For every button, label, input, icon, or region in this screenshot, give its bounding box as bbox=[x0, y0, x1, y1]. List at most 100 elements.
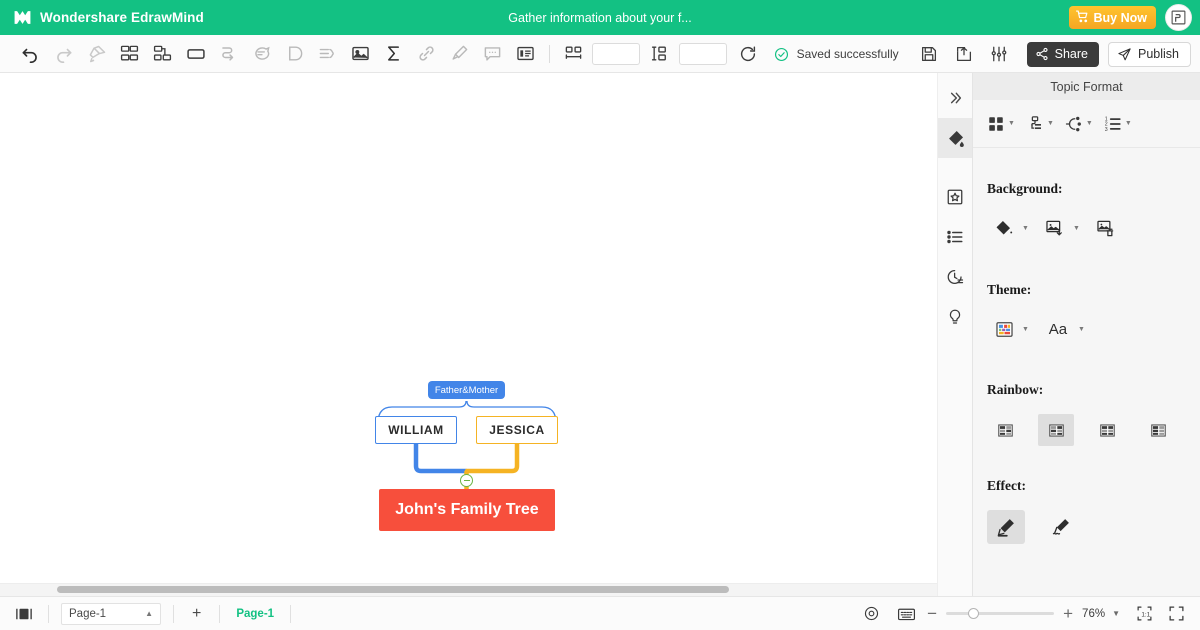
branch-label-father-mother[interactable]: Father&Mother bbox=[428, 381, 505, 399]
save-icon[interactable] bbox=[913, 39, 946, 69]
topic-label: JESSICA bbox=[489, 423, 545, 437]
delete-background-image-button[interactable] bbox=[1089, 213, 1123, 243]
topic-width-input[interactable] bbox=[592, 42, 640, 65]
rainbow-style-1-button[interactable] bbox=[987, 414, 1023, 446]
chevron-down-icon[interactable]: ▼ bbox=[1073, 225, 1080, 232]
numbered-list-icon: 1 2 3 bbox=[1104, 115, 1122, 133]
chevron-down-icon[interactable]: ▼ bbox=[1022, 225, 1029, 232]
chevron-down-icon: ▼ bbox=[1085, 120, 1093, 127]
page-select[interactable]: Page-1 ▲ bbox=[61, 602, 161, 625]
insert-background-image-button[interactable] bbox=[1038, 213, 1072, 243]
image-icon[interactable] bbox=[344, 39, 377, 69]
fullscreen-icon bbox=[1168, 605, 1185, 622]
publish-label: Publish bbox=[1138, 47, 1179, 61]
reset-icon[interactable] bbox=[731, 39, 764, 69]
formula-icon[interactable] bbox=[377, 39, 410, 69]
subtopic-icon[interactable] bbox=[113, 39, 146, 69]
rainbow-style-4-button[interactable] bbox=[1140, 414, 1176, 446]
history-clock-icon[interactable] bbox=[938, 257, 973, 297]
preview-eye-icon bbox=[863, 605, 880, 622]
rainbow-style-3-button[interactable] bbox=[1089, 414, 1125, 446]
view-mode-button[interactable] bbox=[0, 597, 48, 630]
share-button[interactable]: Share bbox=[1026, 41, 1099, 67]
fit-to-screen-button[interactable]: 1:1 bbox=[1131, 597, 1158, 630]
section-effect: Effect: bbox=[987, 478, 1080, 544]
settings-sliders-icon[interactable] bbox=[983, 39, 1016, 69]
root-topic-node[interactable]: John's Family Tree bbox=[379, 489, 555, 531]
org-chart-icon bbox=[1026, 115, 1044, 133]
rainbow-style-2-button[interactable] bbox=[1038, 414, 1074, 446]
mindmap-canvas[interactable]: Father&Mother WILLIAM JESSICA John's Fam… bbox=[0, 73, 948, 596]
buy-now-button[interactable]: Buy Now bbox=[1068, 6, 1156, 29]
redo-icon[interactable] bbox=[47, 39, 80, 69]
section-rainbow: Rainbow: bbox=[987, 382, 1176, 446]
branch-structure-icon bbox=[1065, 115, 1083, 133]
topic-label: WILLIAM bbox=[388, 423, 444, 437]
branch-label-text: Father&Mother bbox=[434, 384, 499, 396]
topic-icon[interactable] bbox=[179, 39, 212, 69]
export-icon[interactable] bbox=[948, 39, 981, 69]
hyperlink-icon[interactable] bbox=[410, 39, 443, 69]
boundary-icon[interactable] bbox=[278, 39, 311, 69]
branch-structure-button[interactable]: ▼ bbox=[1063, 112, 1095, 136]
zoom-in-button[interactable]: + bbox=[1063, 605, 1073, 622]
format-painter-icon[interactable] bbox=[80, 39, 113, 69]
panel-title: Topic Format bbox=[973, 73, 1200, 100]
chevron-down-icon[interactable]: ▼ bbox=[1112, 609, 1120, 618]
comment-icon[interactable] bbox=[245, 39, 278, 69]
canvas-horizontal-scrollbar-thumb[interactable] bbox=[57, 586, 729, 593]
summary-icon[interactable] bbox=[311, 39, 344, 69]
outline-list-icon[interactable] bbox=[938, 217, 973, 257]
chevron-down-icon[interactable]: ▼ bbox=[1078, 326, 1085, 333]
topic-node-william[interactable]: WILLIAM bbox=[375, 416, 457, 444]
preview-eye-button[interactable] bbox=[857, 597, 886, 630]
undo-icon[interactable] bbox=[14, 39, 47, 69]
add-page-button[interactable]: + bbox=[174, 597, 219, 630]
zoom-slider-handle[interactable] bbox=[968, 608, 980, 619]
collapse-toggle[interactable] bbox=[460, 474, 473, 487]
zoom-slider[interactable] bbox=[946, 607, 1055, 621]
chevron-down-icon[interactable]: ▼ bbox=[1022, 326, 1029, 333]
user-avatar-icon[interactable] bbox=[1165, 4, 1192, 31]
publish-button[interactable]: Publish bbox=[1108, 41, 1191, 67]
chevron-down-icon: ▼ bbox=[1008, 120, 1015, 127]
note-icon[interactable] bbox=[476, 39, 509, 69]
buy-now-label: Buy Now bbox=[1093, 10, 1147, 25]
check-circle-icon bbox=[774, 47, 789, 62]
section-theme: Theme: ▼ Aa ▼ bbox=[987, 282, 1085, 344]
style-paint-icon[interactable] bbox=[937, 118, 973, 158]
layout-grid-button[interactable]: ▼ bbox=[985, 112, 1017, 136]
fill-color-button[interactable] bbox=[987, 213, 1021, 243]
right-rail bbox=[937, 73, 973, 596]
topic-node-jessica[interactable]: JESSICA bbox=[476, 416, 558, 444]
org-chart-button[interactable]: ▼ bbox=[1024, 112, 1056, 136]
status-bar: Page-1 ▲ + Page-1 − + 76% ▼ 1:1 bbox=[0, 596, 1200, 630]
panel-icon-row: ▼ ▼ ▼ 1 2 3 ▼ bbox=[973, 100, 1200, 148]
title-bar: Wondershare EdrawMind Gather information… bbox=[0, 0, 1200, 35]
topic-height-input[interactable] bbox=[679, 42, 727, 65]
effect-sketch-pen-button[interactable] bbox=[1042, 510, 1080, 544]
expand-panel-icon[interactable] bbox=[938, 78, 973, 118]
layout-grid-icon bbox=[987, 115, 1005, 133]
clipart-icon[interactable] bbox=[938, 177, 973, 217]
numbered-list-button[interactable]: 1 2 3 ▼ bbox=[1102, 112, 1134, 136]
width-icon bbox=[557, 39, 590, 69]
idea-bulb-icon[interactable] bbox=[938, 297, 973, 337]
topic-after-icon[interactable] bbox=[146, 39, 179, 69]
outline-icon[interactable] bbox=[509, 39, 542, 69]
height-icon bbox=[644, 39, 677, 69]
section-label: Background: bbox=[987, 181, 1063, 196]
page-tab-page-1[interactable]: Page-1 bbox=[220, 608, 290, 620]
svg-text:1:1: 1:1 bbox=[1141, 611, 1150, 618]
fullscreen-button[interactable] bbox=[1163, 597, 1190, 630]
theme-swatch-button[interactable] bbox=[987, 314, 1021, 344]
app-name: Wondershare EdrawMind bbox=[40, 10, 204, 25]
theme-font-button[interactable]: Aa bbox=[1041, 314, 1075, 344]
highlighter-icon[interactable] bbox=[443, 39, 476, 69]
effect-solid-pen-button[interactable] bbox=[987, 510, 1025, 544]
svg-text:3: 3 bbox=[1105, 126, 1108, 132]
keyboard-shortcuts-button[interactable] bbox=[891, 597, 922, 630]
relationship-icon[interactable] bbox=[212, 39, 245, 69]
zoom-out-button[interactable]: − bbox=[927, 605, 937, 622]
topic-format-panel: Topic Format ▼ ▼ ▼ 1 2 3 ▼ Background: ▼… bbox=[972, 73, 1200, 596]
